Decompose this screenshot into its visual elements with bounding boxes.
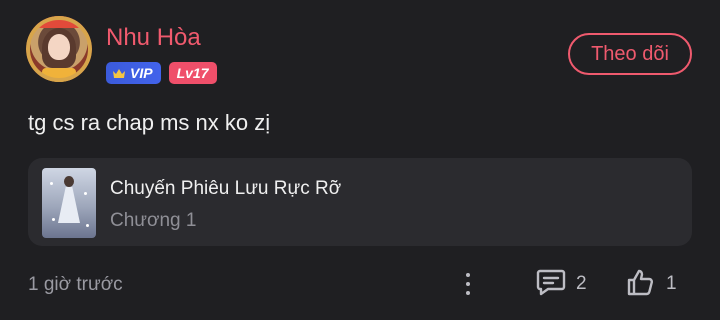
vip-badge: VIP [106, 62, 161, 84]
level-badge: Lv17 [168, 62, 217, 84]
cover-sparkle [86, 224, 89, 227]
author-badges: VIP Lv17 [106, 62, 217, 84]
more-dot [466, 273, 470, 277]
more-dot [466, 282, 470, 286]
follow-button[interactable]: Theo dõi [568, 33, 692, 75]
cover-sparkle [50, 182, 53, 185]
cover-sparkle [52, 218, 55, 221]
cover-figure-dress [58, 187, 80, 223]
avatar-frame-ring [26, 16, 92, 82]
more-dot [466, 291, 470, 295]
avatar[interactable] [26, 16, 92, 82]
crown-icon [112, 68, 126, 79]
comment-text: tg cs ra chap ms nx ko zị [28, 110, 271, 135]
comment-timestamp: 1 giờ trước [28, 274, 123, 295]
story-title: Chuyến Phiêu Lưu Rực Rỡ [110, 178, 342, 199]
cover-sparkle [84, 192, 87, 195]
vip-badge-label: VIP [130, 65, 153, 81]
comment-icon [536, 268, 566, 301]
thumbs-up-icon [626, 268, 654, 301]
more-vertical-icon[interactable] [458, 270, 478, 298]
like-count: 1 [666, 273, 677, 294]
author-name[interactable]: Nhu Hòa [106, 24, 201, 52]
story-cover-image [42, 168, 96, 238]
comment-card: Nhu Hòa VIP Lv17 Theo dõi tg cs ra chap … [0, 0, 720, 320]
cover-figure-head [64, 176, 74, 187]
linked-story-card[interactable]: Chuyến Phiêu Lưu Rực Rỡ Chương 1 [28, 158, 692, 246]
reply-count: 2 [576, 273, 587, 294]
like-button[interactable]: 1 [626, 268, 677, 300]
reply-button[interactable]: 2 [536, 268, 587, 300]
story-chapter: Chương 1 [110, 210, 197, 231]
